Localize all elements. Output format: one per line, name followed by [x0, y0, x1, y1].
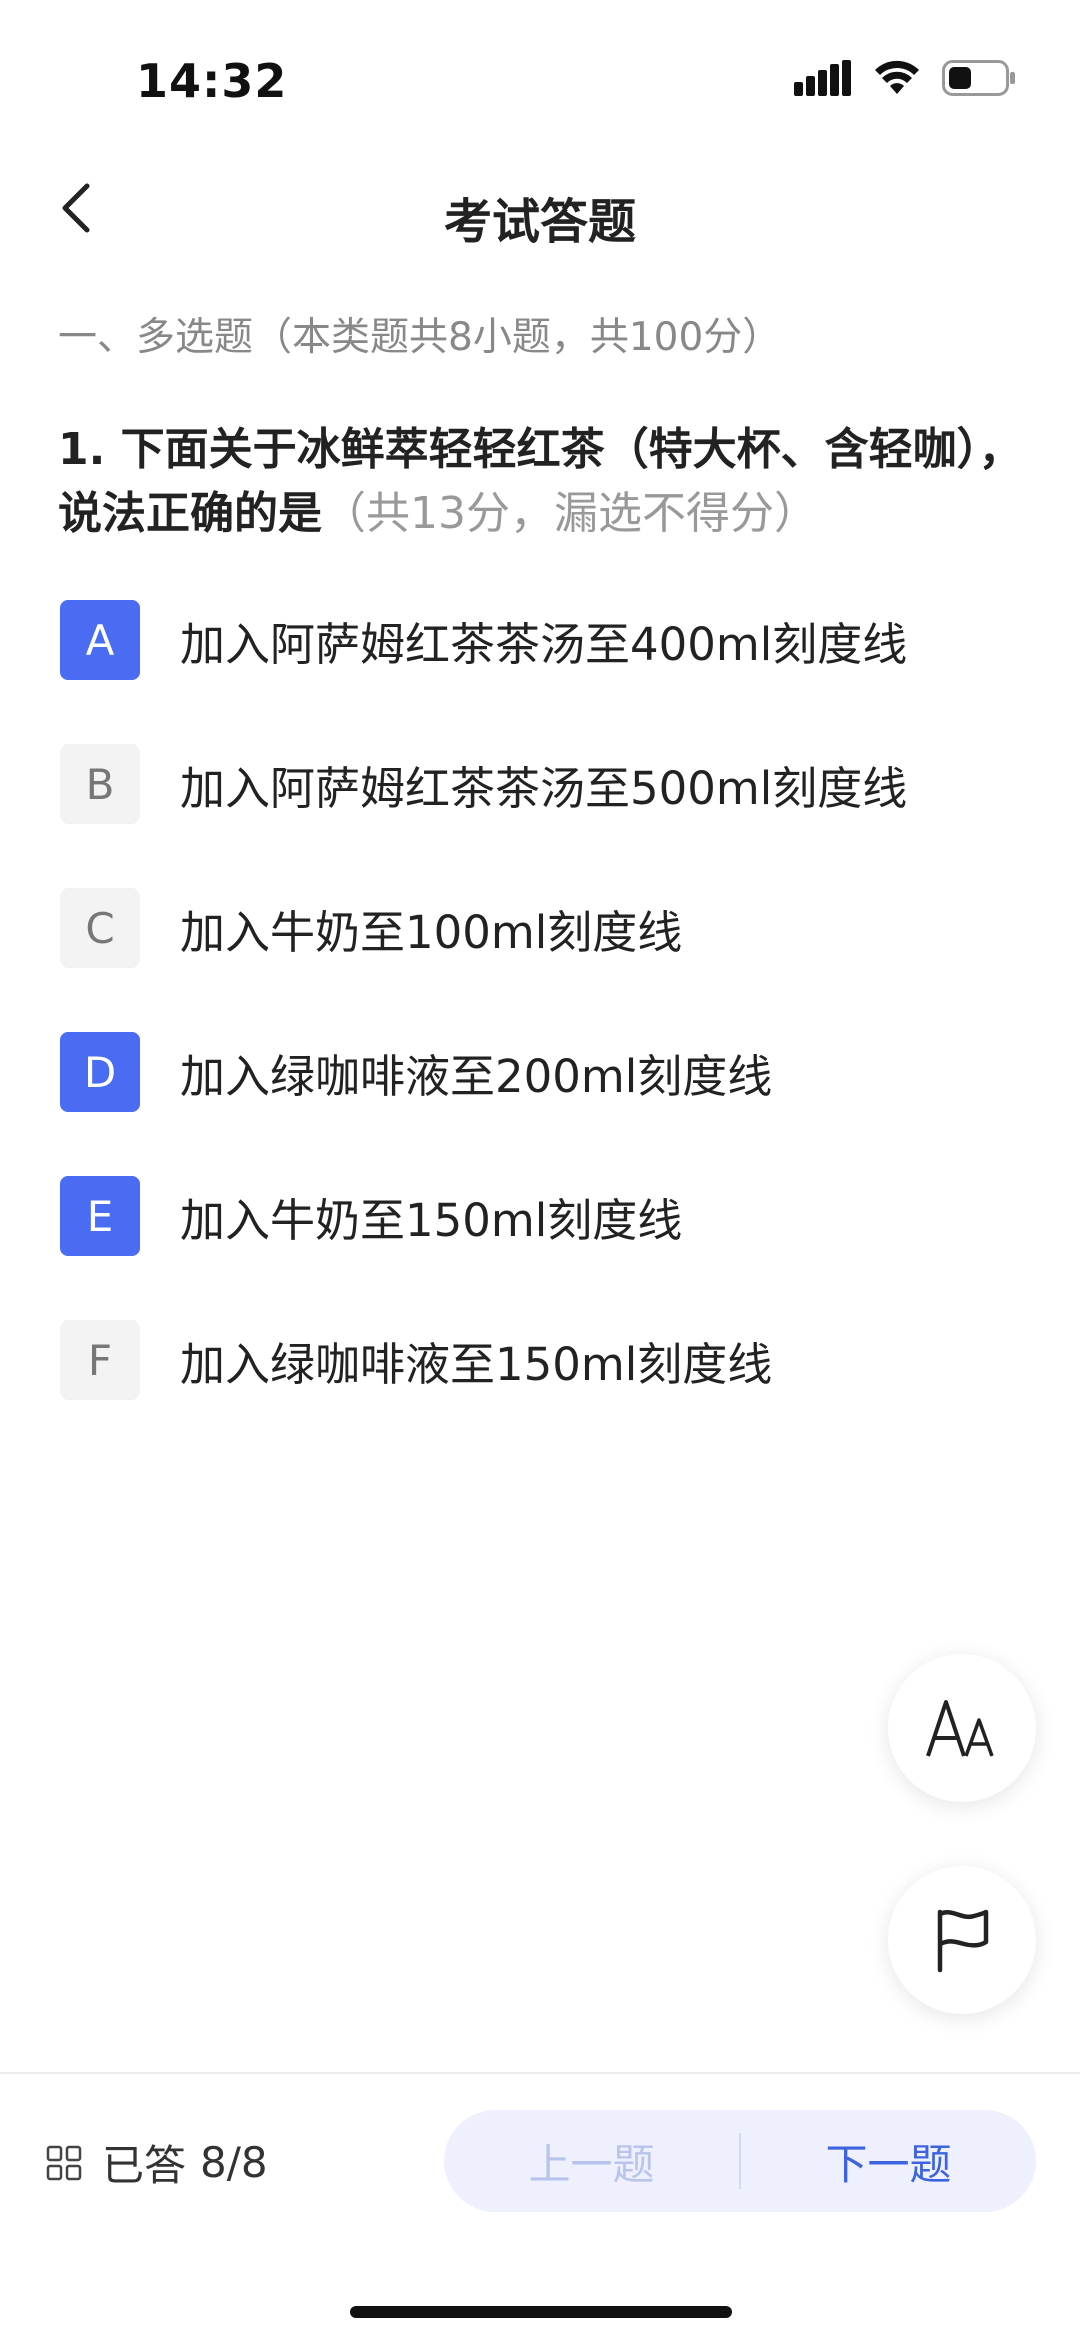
status-bar: 14:32 — [0, 0, 1080, 160]
answer-sheet-button[interactable]: 已答 8/8 — [46, 2132, 268, 2193]
status-icons — [794, 56, 1016, 100]
font-size-button[interactable] — [888, 1654, 1036, 1802]
font-size-icon — [926, 1700, 994, 1757]
option-text: 加入阿萨姆红茶茶汤至400ml刻度线 — [180, 617, 908, 671]
option-letter-badge: B — [60, 744, 140, 824]
option-text: 加入牛奶至100ml刻度线 — [180, 905, 683, 959]
answered-label: 已答 — [102, 2141, 187, 2190]
option-letter-badge: F — [60, 1320, 140, 1400]
signal-icon — [794, 60, 851, 96]
option-f[interactable]: F 加入绿咖啡液至150ml刻度线 — [60, 1320, 1020, 1400]
option-c[interactable]: C 加入牛奶至100ml刻度线 — [60, 888, 1020, 968]
option-text: 加入绿咖啡液至150ml刻度线 — [180, 1337, 773, 1391]
page-title: 考试答题 — [443, 194, 636, 250]
grid-icon — [46, 2145, 82, 2180]
wifi-icon — [875, 60, 919, 94]
question-text: 1. 下面关于冰鲜萃轻轻红茶（特大杯、含轻咖），说法正确的是（共13分，漏选不得… — [58, 418, 1028, 546]
options-list: A 加入阿萨姆红茶茶汤至400ml刻度线 B 加入阿萨姆红茶茶汤至500ml刻度… — [60, 600, 1020, 1464]
option-letter-badge: E — [60, 1176, 140, 1256]
bottom-divider — [0, 2072, 1080, 2074]
status-time: 14:32 — [136, 54, 288, 108]
option-d[interactable]: D 加入绿咖啡液至200ml刻度线 — [60, 1032, 1020, 1112]
answered-count: 8/8 — [200, 2138, 268, 2187]
next-question-button[interactable]: 下一题 — [741, 2131, 1036, 2192]
question-points-note: （共13分，漏选不得分） — [322, 488, 818, 539]
option-a[interactable]: A 加入阿萨姆红茶茶汤至400ml刻度线 — [60, 600, 1020, 680]
nav-bar: 考试答题 — [0, 160, 1080, 260]
option-text: 加入阿萨姆红茶茶汤至500ml刻度线 — [180, 761, 908, 815]
option-letter-badge: C — [60, 888, 140, 968]
section-title: 一、多选题（本类题共8小题，共100分） — [58, 315, 782, 360]
flag-button[interactable] — [888, 1866, 1036, 2014]
option-e[interactable]: E 加入牛奶至150ml刻度线 — [60, 1176, 1020, 1256]
option-letter-badge: A — [60, 600, 140, 680]
prev-question-button[interactable]: 上一题 — [444, 2131, 739, 2192]
flag-icon — [937, 1909, 989, 1973]
option-b[interactable]: B 加入阿萨姆红茶茶汤至500ml刻度线 — [60, 744, 1020, 824]
home-indicator[interactable] — [350, 2306, 732, 2318]
option-text: 加入绿咖啡液至200ml刻度线 — [180, 1049, 773, 1103]
option-text: 加入牛奶至150ml刻度线 — [180, 1193, 683, 1247]
question-nav-pill: 上一题 下一题 — [444, 2110, 1036, 2212]
option-letter-badge: D — [60, 1032, 140, 1112]
battery-icon — [942, 60, 1015, 96]
